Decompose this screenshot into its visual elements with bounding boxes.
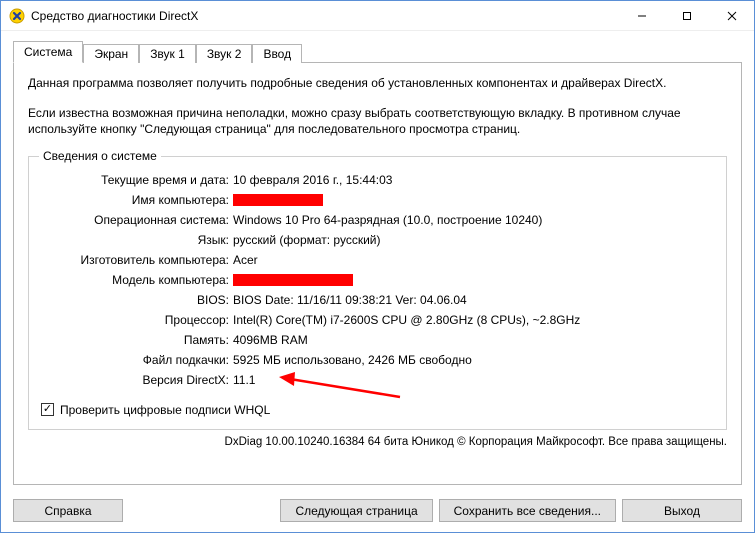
tab-input[interactable]: Ввод	[252, 44, 302, 63]
content-area: Система Экран Звук 1 Звук 2 Ввод Данная …	[1, 31, 754, 491]
row-processor: Процессор: Intel(R) Core(TM) i7-2600S CP…	[41, 311, 714, 329]
row-datetime: Текущие время и дата: 10 февраля 2016 г.…	[41, 171, 714, 189]
whql-checkbox[interactable]: ✓	[41, 403, 54, 416]
button-bar: Справка Следующая страница Сохранить все…	[1, 491, 754, 532]
row-bios: BIOS: BIOS Date: 11/16/11 09:38:21 Ver: …	[41, 291, 714, 309]
save-all-button[interactable]: Сохранить все сведения...	[439, 499, 616, 522]
label-model: Модель компьютера:	[41, 271, 233, 289]
value-bios: BIOS Date: 11/16/11 09:38:21 Ver: 04.06.…	[233, 291, 714, 309]
row-manufacturer: Изготовитель компьютера: Acer	[41, 251, 714, 269]
button-spacer	[123, 499, 280, 522]
system-info-rows: Текущие время и дата: 10 февраля 2016 г.…	[41, 171, 714, 389]
row-pagefile: Файл подкачки: 5925 МБ использовано, 242…	[41, 351, 714, 369]
value-os: Windows 10 Pro 64-разрядная (10.0, постр…	[233, 211, 714, 229]
row-language: Язык: русский (формат: русский)	[41, 231, 714, 249]
value-manufacturer: Acer	[233, 251, 714, 269]
row-memory: Память: 4096MB RAM	[41, 331, 714, 349]
minimize-button[interactable]	[619, 1, 664, 30]
help-button[interactable]: Справка	[13, 499, 123, 522]
value-datetime: 10 февраля 2016 г., 15:44:03	[233, 171, 714, 189]
tab-system[interactable]: Система	[13, 41, 83, 63]
intro-line1: Данная программа позволяет получить подр…	[28, 75, 727, 91]
label-manufacturer: Изготовитель компьютера:	[41, 251, 233, 269]
value-language: русский (формат: русский)	[233, 231, 714, 249]
close-button[interactable]	[709, 1, 754, 30]
row-directx: Версия DirectX: 11.1	[41, 371, 714, 389]
label-computer-name: Имя компьютера:	[41, 191, 233, 209]
annotation-arrow-icon	[275, 367, 405, 407]
app-icon	[9, 8, 25, 24]
window-title: Средство диагностики DirectX	[31, 9, 619, 23]
label-bios: BIOS:	[41, 291, 233, 309]
tab-strip: Система Экран Звук 1 Звук 2 Ввод	[13, 41, 742, 63]
redacted-computer-name	[233, 194, 323, 206]
intro-text: Данная программа позволяет получить подр…	[28, 75, 727, 152]
label-memory: Память:	[41, 331, 233, 349]
row-computer-name: Имя компьютера:	[41, 191, 714, 209]
intro-line2: Если известна возможная причина неполадк…	[28, 105, 727, 137]
system-info-legend: Сведения о системе	[39, 149, 161, 163]
tab-panel-system: Данная программа позволяет получить подр…	[13, 62, 742, 485]
value-model	[233, 271, 714, 289]
label-processor: Процессор:	[41, 311, 233, 329]
tab-sound1[interactable]: Звук 1	[139, 44, 196, 63]
label-directx: Версия DirectX:	[41, 371, 233, 389]
redacted-model	[233, 274, 353, 286]
value-directx: 11.1	[233, 371, 714, 389]
tab-sound2[interactable]: Звук 2	[196, 44, 253, 63]
label-os: Операционная система:	[41, 211, 233, 229]
value-computer-name	[233, 191, 714, 209]
row-os: Операционная система: Windows 10 Pro 64-…	[41, 211, 714, 229]
exit-button[interactable]: Выход	[622, 499, 742, 522]
value-directx-text: 11.1	[233, 373, 255, 387]
label-pagefile: Файл подкачки:	[41, 351, 233, 369]
whql-checkbox-row[interactable]: ✓ Проверить цифровые подписи WHQL	[41, 403, 714, 417]
maximize-button[interactable]	[664, 1, 709, 30]
window-controls	[619, 1, 754, 30]
dxdiag-window: Средство диагностики DirectX Система Экр…	[0, 0, 755, 533]
whql-checkbox-label: Проверить цифровые подписи WHQL	[60, 403, 270, 417]
label-language: Язык:	[41, 231, 233, 249]
value-memory: 4096MB RAM	[233, 331, 714, 349]
label-datetime: Текущие время и дата:	[41, 171, 233, 189]
value-pagefile: 5925 МБ использовано, 2426 МБ свободно	[233, 351, 714, 369]
system-info-group: Сведения о системе Текущие время и дата:…	[28, 156, 727, 430]
titlebar: Средство диагностики DirectX	[1, 1, 754, 31]
row-model: Модель компьютера:	[41, 271, 714, 289]
tab-screen[interactable]: Экран	[83, 44, 139, 63]
footer-text: DxDiag 10.00.10240.16384 64 бита Юникод …	[28, 436, 727, 448]
next-page-button[interactable]: Следующая страница	[280, 499, 432, 522]
value-processor: Intel(R) Core(TM) i7-2600S CPU @ 2.80GHz…	[233, 311, 714, 329]
